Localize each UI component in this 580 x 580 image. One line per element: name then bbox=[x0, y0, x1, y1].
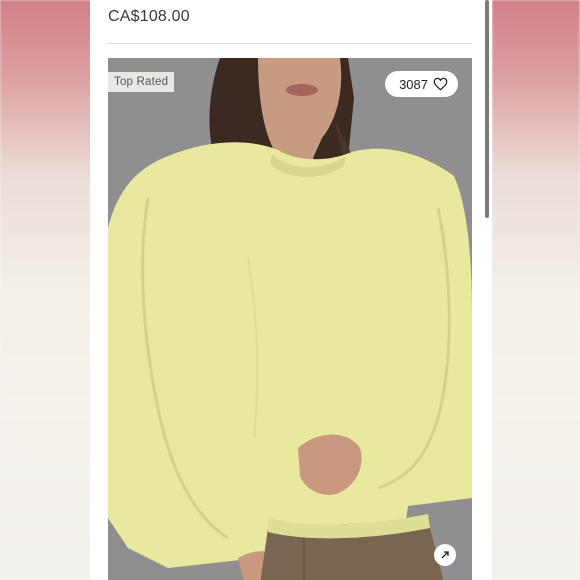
divider bbox=[108, 43, 472, 44]
top-rated-badge: Top Rated bbox=[108, 72, 175, 92]
expand-button[interactable] bbox=[434, 544, 456, 566]
backdrop-right bbox=[492, 0, 580, 580]
backdrop-left bbox=[0, 0, 92, 580]
product-price: CA$108.00 bbox=[108, 8, 190, 25]
heart-icon bbox=[433, 77, 448, 91]
model-photo bbox=[108, 58, 472, 580]
product-page: CA$108.00 Top Rated 3087 bbox=[90, 0, 492, 580]
like-count: 3087 bbox=[399, 76, 428, 92]
scrollbar[interactable] bbox=[485, 0, 489, 218]
like-button[interactable]: 3087 bbox=[385, 71, 458, 97]
product-image[interactable]: Top Rated 3087 bbox=[108, 58, 472, 580]
expand-icon bbox=[441, 551, 449, 559]
